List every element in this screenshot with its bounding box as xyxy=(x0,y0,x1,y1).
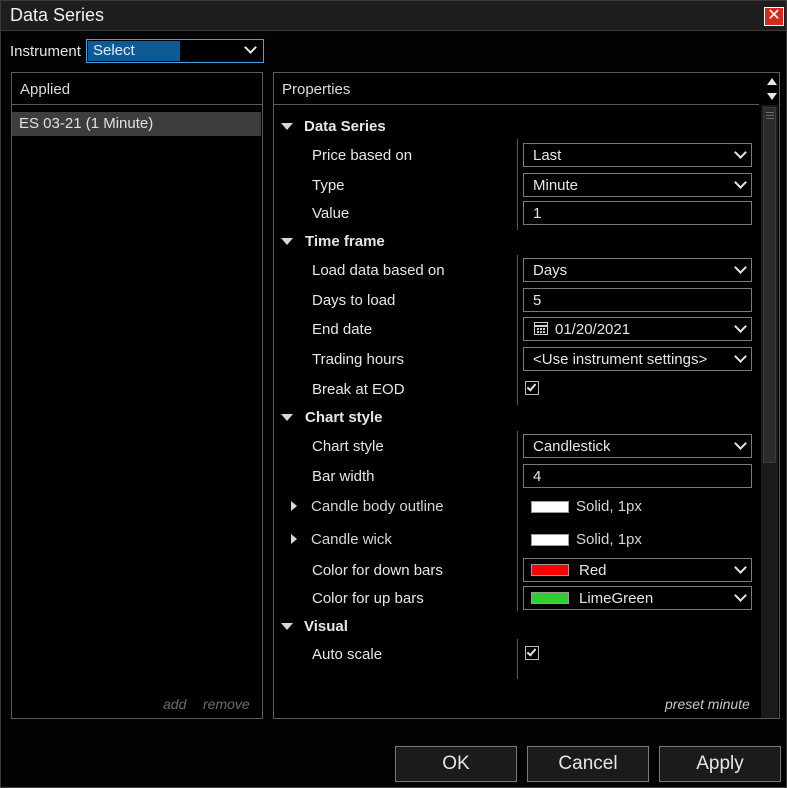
type-select[interactable]: Minute xyxy=(523,173,752,197)
candle-wick-label: Candle wick xyxy=(311,531,392,548)
candle-wick-value[interactable]: Solid, 1px xyxy=(576,531,642,548)
properties-header: Properties xyxy=(274,73,759,105)
value-label: Value xyxy=(312,205,350,222)
expand-icon[interactable] xyxy=(291,501,297,511)
end-date-picker[interactable]: 01/20/2021 xyxy=(523,317,752,341)
title-bar: Data Series ✕ xyxy=(1,1,786,31)
instrument-select[interactable]: Select xyxy=(86,39,264,63)
close-icon[interactable]: ✕ xyxy=(764,7,784,26)
apply-button[interactable]: Apply xyxy=(659,746,781,782)
candle-wick-swatch[interactable] xyxy=(531,534,569,546)
auto-scale-label: Auto scale xyxy=(312,646,383,663)
type-label: Type xyxy=(312,177,345,194)
scrollbar-thumb[interactable] xyxy=(763,107,776,463)
chevron-down-icon xyxy=(734,350,747,363)
load-data-based-on-label: Load data based on xyxy=(312,262,445,279)
applied-panel: Applied add remove xyxy=(11,72,263,719)
chevron-down-icon xyxy=(734,146,747,159)
days-to-load-label: Days to load xyxy=(312,292,396,309)
break-at-eod-label: Break at EOD xyxy=(312,381,405,398)
category-data-series[interactable]: Data Series xyxy=(304,118,386,135)
cancel-button[interactable]: Cancel xyxy=(527,746,649,782)
color-up-bars-swatch xyxy=(531,592,569,604)
collapse-icon[interactable] xyxy=(281,238,293,245)
column-divider xyxy=(517,639,518,679)
color-up-bars-label: Color for up bars xyxy=(312,590,424,607)
calendar-icon[interactable] xyxy=(534,322,548,335)
chevron-down-icon xyxy=(244,41,257,54)
preset-link[interactable]: preset minute xyxy=(665,696,750,712)
category-time-frame[interactable]: Time frame xyxy=(305,233,385,250)
type-value: Minute xyxy=(533,177,579,194)
value-input[interactable]: 1 xyxy=(523,201,752,225)
collapse-icon[interactable] xyxy=(281,623,293,630)
scroll-up-icon[interactable] xyxy=(767,78,777,85)
column-divider xyxy=(517,139,518,230)
bar-width-input[interactable]: 4 xyxy=(523,464,752,488)
chevron-down-icon xyxy=(734,561,747,574)
price-based-on-select[interactable]: Last xyxy=(523,143,752,167)
end-date-label: End date xyxy=(312,321,373,338)
trading-hours-label: Trading hours xyxy=(312,351,404,368)
load-data-based-on-select[interactable]: Days xyxy=(523,258,752,282)
remove-link[interactable]: remove xyxy=(203,696,250,712)
candle-body-outline-label: Candle body outline xyxy=(311,498,444,515)
candle-body-outline-value[interactable]: Solid, 1px xyxy=(576,498,642,515)
window-title: Data Series xyxy=(10,5,105,25)
price-based-on-value: Last xyxy=(533,147,562,164)
chart-style-label: Chart style xyxy=(312,438,384,455)
trading-hours-value: <Use instrument settings> xyxy=(533,351,708,368)
collapse-icon[interactable] xyxy=(281,123,293,130)
price-based-on-label: Price based on xyxy=(312,147,413,164)
end-date-value: 01/20/2021 xyxy=(555,321,631,338)
data-series-dialog: Data Series ✕ Instrument Select Applied … xyxy=(0,0,787,788)
load-data-based-on-value: Days xyxy=(533,262,568,279)
color-down-bars-swatch xyxy=(531,564,569,576)
column-divider xyxy=(517,431,518,611)
chart-style-value: Candlestick xyxy=(533,438,611,455)
instrument-select-value: Select xyxy=(88,41,180,61)
auto-scale-checkbox[interactable] xyxy=(525,646,539,660)
applied-header: Applied xyxy=(12,73,262,105)
color-up-bars-value: LimeGreen xyxy=(579,590,654,607)
add-link[interactable]: add xyxy=(163,696,186,712)
scroll-down-icon[interactable] xyxy=(767,93,777,100)
chevron-down-icon xyxy=(734,437,747,450)
chart-style-select[interactable]: Candlestick xyxy=(523,434,752,458)
chevron-down-icon xyxy=(734,261,747,274)
color-down-bars-label: Color for down bars xyxy=(312,562,443,579)
ok-button[interactable]: OK xyxy=(395,746,517,782)
chevron-down-icon xyxy=(734,589,747,602)
break-at-eod-checkbox[interactable] xyxy=(525,381,539,395)
expand-icon[interactable] xyxy=(291,534,297,544)
category-visual[interactable]: Visual xyxy=(304,618,348,635)
column-divider xyxy=(517,255,518,405)
bar-width-label: Bar width xyxy=(312,468,375,485)
days-to-load-input[interactable]: 5 xyxy=(523,288,752,312)
applied-list-item[interactable]: ES 03-21 (1 Minute) xyxy=(12,112,261,136)
candle-body-outline-swatch[interactable] xyxy=(531,501,569,513)
trading-hours-select[interactable]: <Use instrument settings> xyxy=(523,347,752,371)
instrument-label: Instrument xyxy=(10,43,81,60)
collapse-icon[interactable] xyxy=(281,414,293,421)
chevron-down-icon xyxy=(734,176,747,189)
category-chart-style[interactable]: Chart style xyxy=(305,409,383,426)
properties-scrollbar[interactable] xyxy=(761,105,778,718)
color-down-bars-value: Red xyxy=(579,562,607,579)
chevron-down-icon xyxy=(734,320,747,333)
